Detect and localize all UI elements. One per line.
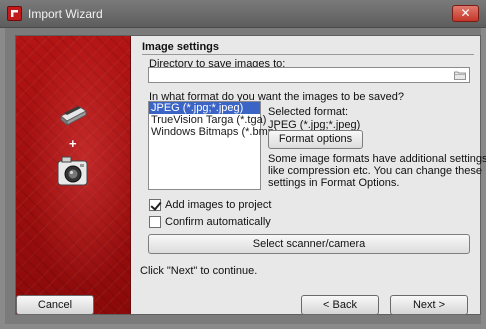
- add-to-project-checkbox[interactable]: [149, 199, 161, 211]
- plus-icon: +: [69, 136, 77, 151]
- directory-input[interactable]: [148, 67, 470, 83]
- section-divider: [142, 54, 474, 55]
- wizard-page: + Image settings Directory to save image…: [15, 35, 486, 315]
- close-button[interactable]: ✕: [452, 5, 479, 22]
- format-option-bmp[interactable]: Windows Bitmaps (*.bmp): [149, 126, 278, 138]
- format-option-jpeg[interactable]: JPEG (*.jpg;*.jpeg): [149, 102, 260, 114]
- format-description-line1: Some image formats have additional setti…: [268, 153, 486, 165]
- window-title: Import Wizard: [28, 7, 103, 21]
- import-wizard-window: Import Wizard ✕ + Image settings Directo…: [0, 0, 486, 329]
- wizard-body: + Image settings Directory to save image…: [5, 28, 486, 324]
- continue-hint: Click "Next" to continue.: [140, 265, 258, 277]
- format-option-tga[interactable]: TrueVision Targa (*.tga): [149, 114, 266, 126]
- confirm-automatically-checkbox[interactable]: [149, 216, 161, 228]
- next-button[interactable]: Next >: [390, 295, 468, 315]
- select-scanner-camera-button[interactable]: Select scanner/camera: [148, 234, 470, 254]
- section-title: Image settings: [142, 41, 220, 53]
- format-options-button[interactable]: Format options: [268, 130, 363, 149]
- title-bar[interactable]: Import Wizard ✕: [0, 0, 486, 28]
- add-to-project-label[interactable]: Add images to project: [165, 199, 271, 211]
- selected-format-label: Selected format:: [268, 106, 349, 118]
- format-listbox[interactable]: JPEG (*.jpg;*.jpeg) TrueVision Targa (*.…: [148, 101, 278, 190]
- cancel-button[interactable]: Cancel: [16, 295, 94, 315]
- format-description-line2: like compression etc. You can change the…: [268, 165, 483, 177]
- camera-icon: [57, 156, 88, 186]
- scanner-icon: [60, 106, 87, 126]
- format-description-line3: settings in Format Options.: [268, 177, 400, 189]
- back-button[interactable]: < Back: [301, 295, 379, 315]
- wizard-sidebar-banner: +: [16, 36, 131, 314]
- app-logo-icon: [7, 6, 22, 21]
- confirm-automatically-label[interactable]: Confirm automatically: [165, 216, 271, 228]
- wizard-content: Image settings Directory to save images …: [131, 36, 486, 314]
- folder-browse-icon[interactable]: [454, 70, 466, 80]
